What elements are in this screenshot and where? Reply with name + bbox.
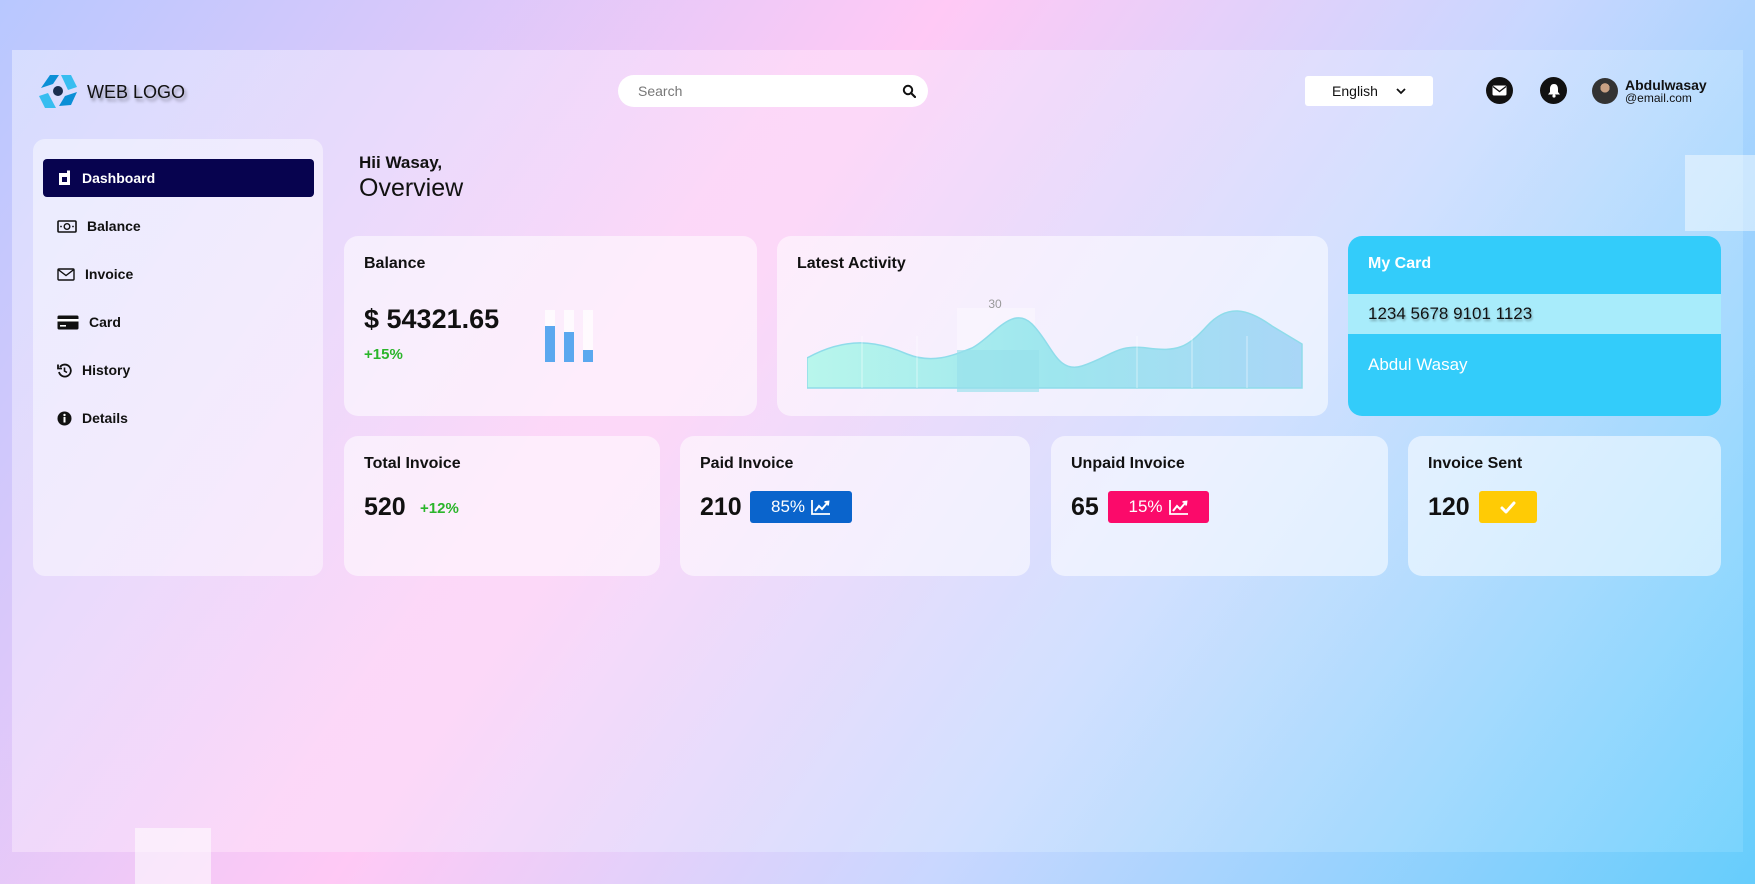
notifications-button[interactable]: [1540, 77, 1567, 104]
unpaid-invoice-card: Unpaid Invoice 65 15%: [1051, 436, 1388, 576]
decorative-square: [135, 828, 211, 884]
activity-area-chart: 30: [807, 297, 1303, 392]
envelope-icon: [57, 267, 75, 281]
check-icon: [1500, 501, 1516, 513]
card-holder-name: Abdul Wasay: [1368, 355, 1468, 374]
sent-check-badge: [1479, 491, 1537, 523]
card-number: 1234 5678 9101 1123: [1348, 294, 1721, 334]
stat-value: 520: [364, 493, 406, 521]
unpaid-percent-badge: 15%: [1108, 491, 1209, 523]
recycle-logo-icon: [39, 75, 77, 108]
language-select[interactable]: English: [1305, 76, 1433, 106]
web-logo[interactable]: WEB LOGO: [37, 72, 185, 112]
page-title: Overview: [359, 174, 464, 202]
search-input[interactable]: [638, 83, 902, 99]
invoice-sent-card: Invoice Sent 120: [1408, 436, 1721, 576]
logo-text: WEB LOGO: [87, 81, 186, 102]
bell-icon: [1547, 84, 1560, 98]
sidebar-item-label: History: [82, 362, 131, 378]
my-card-title: My Card: [1368, 255, 1432, 272]
total-invoice-card: Total Invoice 520 +12%: [344, 436, 660, 576]
search-bar[interactable]: [618, 75, 928, 107]
stat-change: +12%: [420, 500, 459, 517]
my-card[interactable]: My Card 1234 5678 9101 1123 Abdul Wasay: [1348, 236, 1721, 416]
sidebar-item-dashboard[interactable]: Dashboard: [43, 159, 314, 197]
language-value: English: [1332, 83, 1378, 99]
greeting-block: Hii Wasay, Overview: [359, 153, 463, 203]
decorative-square: [1685, 155, 1755, 231]
badge-label: 85%: [770, 497, 806, 516]
badge-label: 15%: [1128, 497, 1163, 516]
sidebar-item-invoice[interactable]: Invoice: [43, 255, 314, 293]
stat-value: 65: [1071, 493, 1099, 521]
sidebar-item-label: Invoice: [85, 266, 134, 282]
sidebar-item-label: Dashboard: [82, 170, 156, 186]
balance-card: Balance $ 54321.65 +15%: [344, 236, 757, 416]
sidebar: Dashboard Balance Invoice Card History D…: [33, 139, 323, 576]
user-email: @email.com: [1625, 91, 1692, 105]
search-icon[interactable]: [902, 84, 916, 98]
sidebar-item-card[interactable]: Card: [43, 303, 314, 341]
sidebar-item-label: Details: [82, 410, 128, 426]
activity-card: Latest Activity 30: [777, 236, 1328, 416]
paid-invoice-card: Paid Invoice 210 85%: [680, 436, 1030, 576]
sidebar-item-history[interactable]: History: [43, 351, 314, 389]
sidebar-item-label: Card: [89, 314, 121, 330]
money-icon: [57, 219, 77, 233]
envelope-icon: [1492, 85, 1507, 96]
trend-up-icon: [1168, 500, 1188, 515]
mini-bar-chart: [545, 310, 593, 362]
balance-title: Balance: [364, 255, 426, 272]
paid-percent-badge: 85%: [750, 491, 852, 523]
balance-change: +15%: [364, 346, 403, 363]
mail-button[interactable]: [1486, 77, 1513, 104]
activity-title: Latest Activity: [797, 255, 906, 272]
sidebar-item-details[interactable]: Details: [43, 399, 314, 437]
chart-tooltip-value: 30: [988, 297, 1002, 311]
greeting-text: Hii Wasay,: [359, 153, 443, 172]
stat-title: Unpaid Invoice: [1071, 455, 1185, 472]
avatar[interactable]: [1592, 78, 1618, 104]
stat-title: Total Invoice: [364, 455, 461, 472]
trend-up-icon: [811, 500, 831, 515]
dashboard-icon: [59, 170, 70, 185]
stat-value: 120: [1428, 493, 1470, 521]
user-profile[interactable]: Abdulwasay @email.com: [1592, 78, 1707, 104]
history-icon: [57, 363, 72, 377]
sidebar-item-label: Balance: [87, 218, 141, 234]
stat-title: Paid Invoice: [700, 455, 794, 472]
balance-amount: $ 54321.65: [364, 304, 500, 334]
stat-value: 210: [700, 493, 742, 521]
credit-card-icon: [57, 315, 79, 329]
sidebar-item-balance[interactable]: Balance: [43, 207, 314, 245]
info-icon: [57, 411, 72, 425]
user-name: Abdulwasay: [1625, 77, 1707, 93]
chevron-down-icon: [1396, 87, 1406, 94]
stat-title: Invoice Sent: [1428, 455, 1523, 472]
